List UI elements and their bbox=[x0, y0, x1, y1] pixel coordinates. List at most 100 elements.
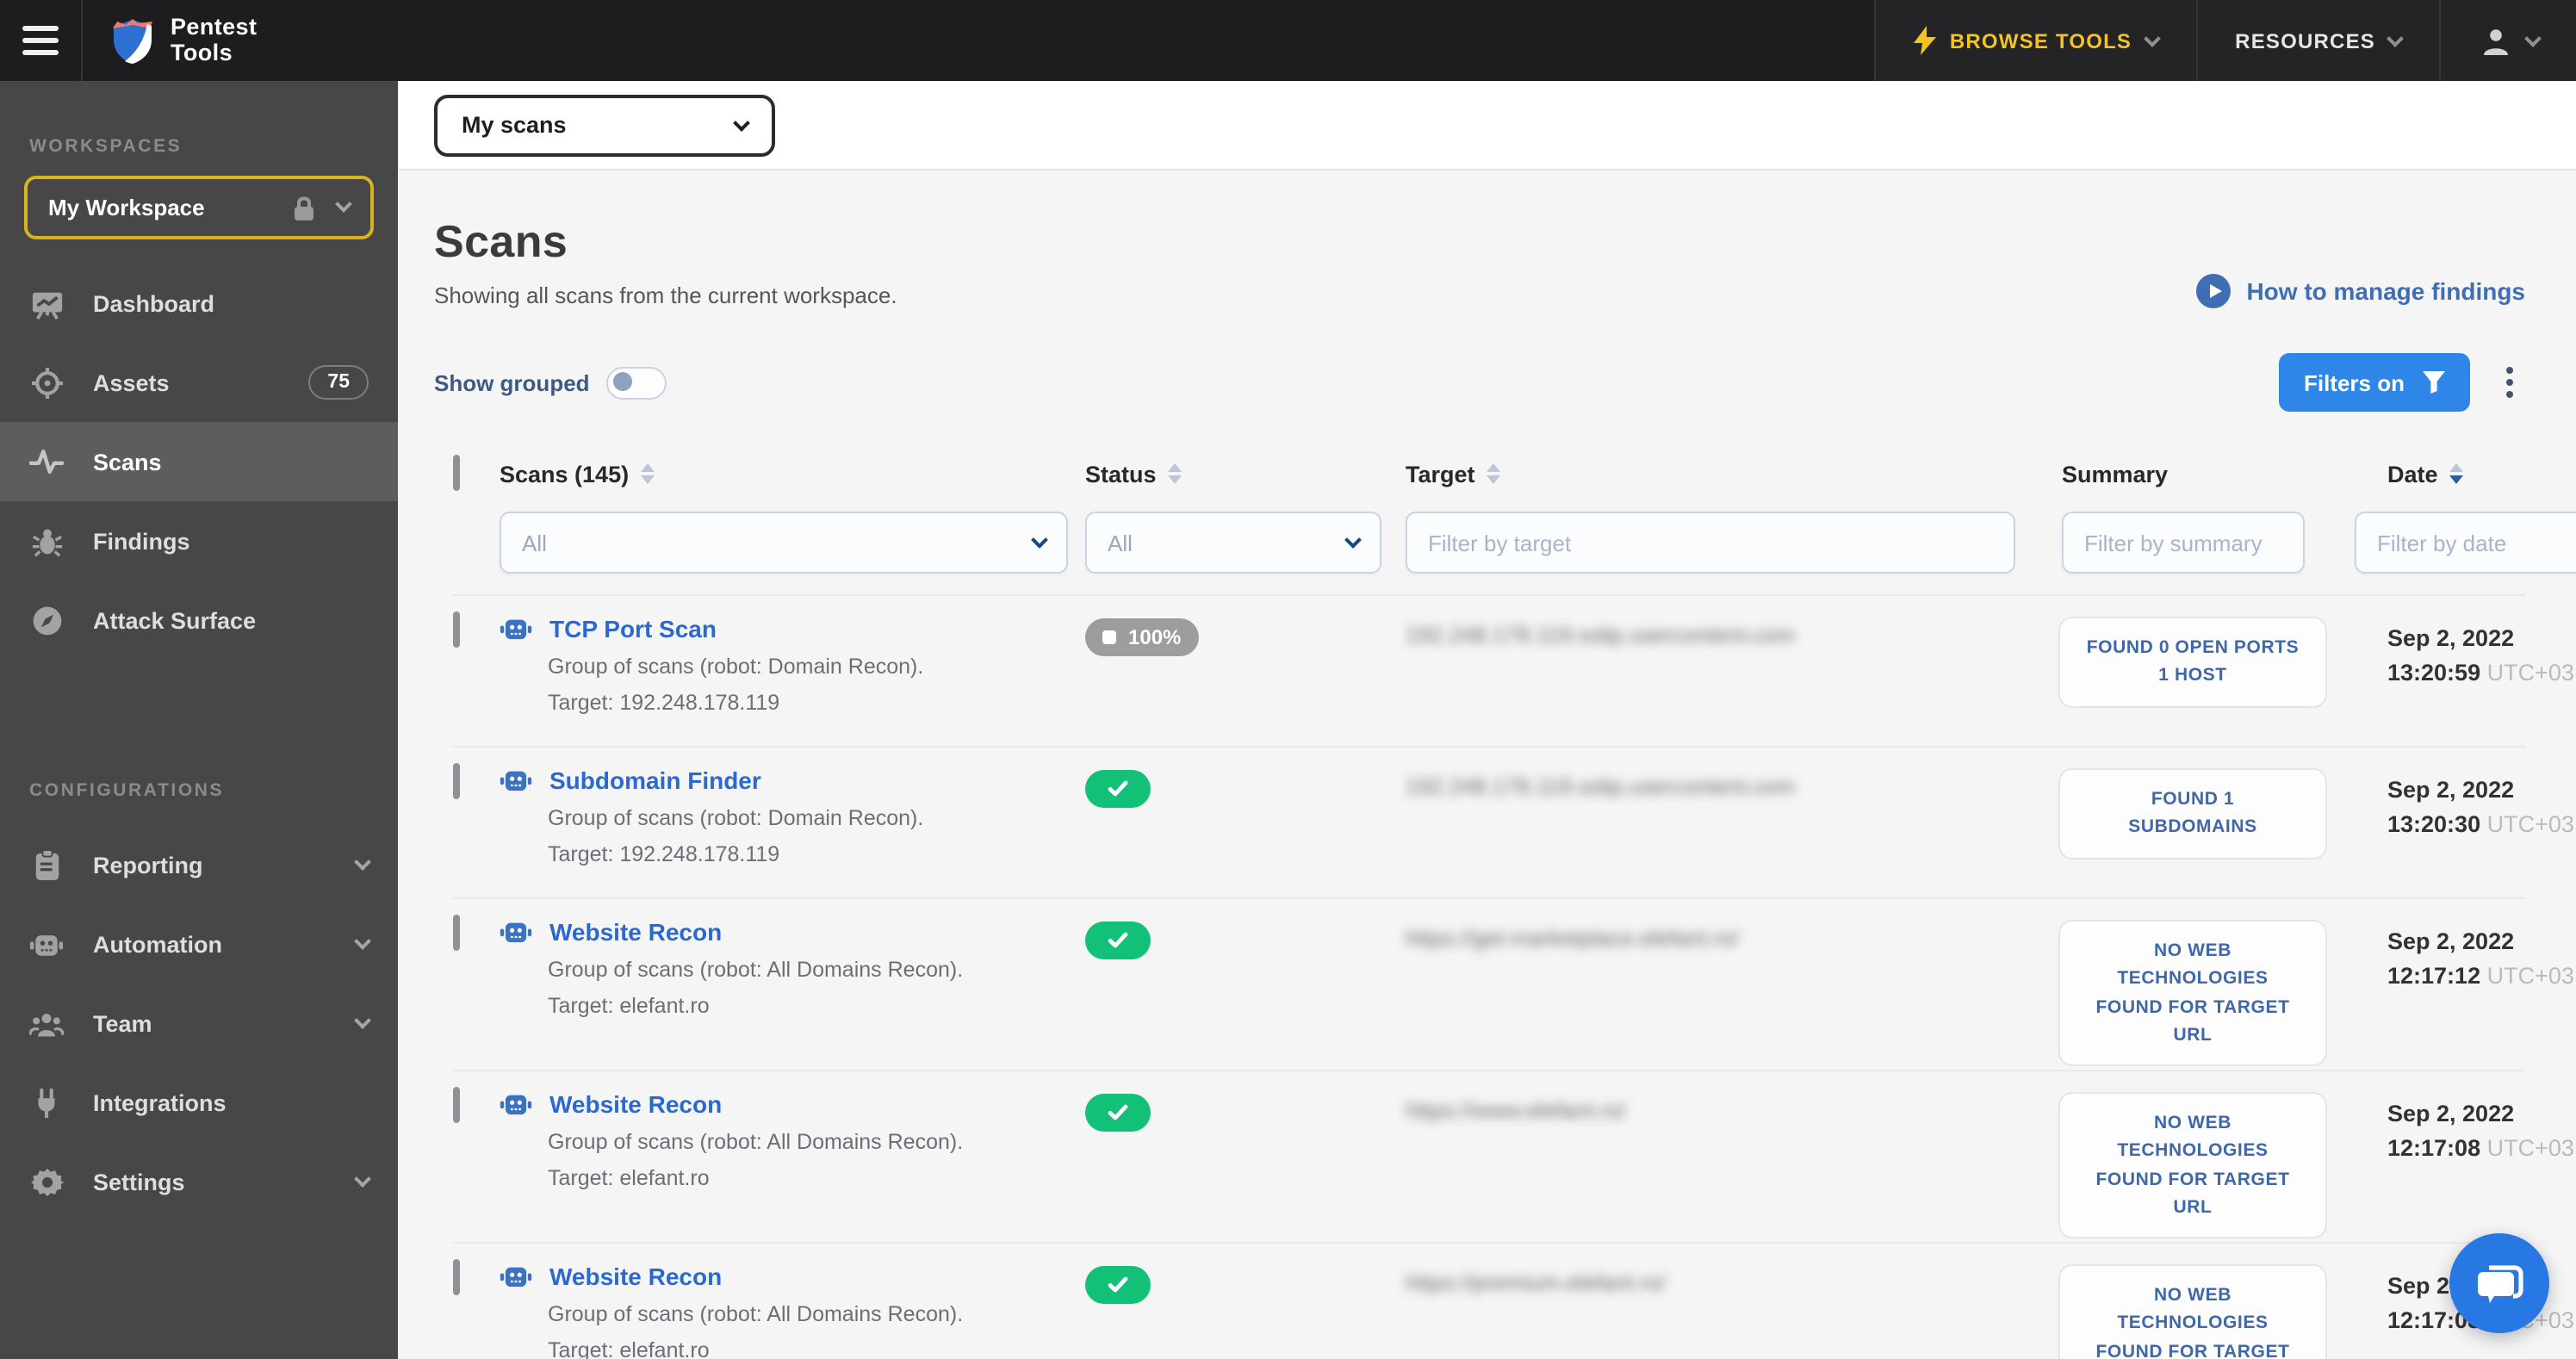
table-row: Subdomain Finder Group of scans (robot: … bbox=[453, 746, 2574, 897]
app-window: Pentest Tools BROWSE TOOLS RESOURCES WOR… bbox=[0, 0, 2576, 1359]
summary-result-box[interactable]: FOUND 1 SUBDOMAINS bbox=[2058, 768, 2327, 859]
column-header-date: Date bbox=[2387, 461, 2438, 487]
pentest-tools-logo[interactable]: Pentest Tools bbox=[83, 0, 284, 81]
sort-scans-control[interactable] bbox=[641, 463, 655, 484]
scan-name-link[interactable]: Website Recon bbox=[549, 1090, 722, 1118]
status-filter-value: All bbox=[1108, 530, 1133, 555]
scan-name-link[interactable]: Subdomain Finder bbox=[549, 766, 761, 794]
more-options-kebab-menu[interactable] bbox=[2494, 367, 2525, 398]
sidebar-item-label: Assets bbox=[93, 369, 170, 395]
scan-date: Sep 2, 2022 12:17:08 UTC+03 bbox=[2387, 1101, 2574, 1161]
sidebar-item-automation[interactable]: Automation bbox=[0, 904, 398, 984]
robot-scan-icon bbox=[500, 615, 532, 642]
chat-widget-button[interactable] bbox=[2449, 1233, 2549, 1333]
browse-tools-label: BROWSE TOOLS bbox=[1949, 28, 2132, 53]
column-header-target: Target bbox=[1406, 461, 1475, 487]
logo-wordmark: Pentest Tools bbox=[171, 13, 258, 65]
chevron-down-icon bbox=[2387, 29, 2404, 47]
target-icon bbox=[29, 365, 64, 400]
sidebar-item-label: Scans bbox=[93, 449, 162, 475]
resources-menu[interactable]: RESOURCES bbox=[2195, 0, 2439, 81]
target-filter-input[interactable] bbox=[1406, 512, 2015, 574]
scan-name-link[interactable]: Website Recon bbox=[549, 1263, 722, 1290]
select-all-checkbox[interactable] bbox=[453, 455, 460, 491]
sidebar-item-findings[interactable]: Findings bbox=[0, 501, 398, 580]
scan-target-line: Target: 192.248.178.119 bbox=[548, 691, 780, 715]
browse-tools-menu[interactable]: BROWSE TOOLS bbox=[1873, 0, 2196, 81]
sidebar-item-attack-surface[interactable]: Attack Surface bbox=[0, 580, 398, 660]
sidebar-item-label: Automation bbox=[93, 931, 222, 957]
page-subtitle: Showing all scans from the current works… bbox=[434, 282, 897, 308]
account-menu[interactable] bbox=[2439, 0, 2576, 81]
row-checkbox[interactable] bbox=[453, 915, 460, 951]
hamburger-menu-icon[interactable] bbox=[0, 0, 83, 81]
sort-date-control[interactable] bbox=[2449, 463, 2464, 484]
scan-description: Group of scans (robot: All Domains Recon… bbox=[548, 958, 964, 982]
sidebar-item-dashboard[interactable]: Dashboard bbox=[0, 264, 398, 343]
play-video-icon bbox=[2196, 274, 2231, 308]
scan-target-line: Target: elefant.ro bbox=[548, 1338, 710, 1359]
chevron-down-icon bbox=[354, 853, 371, 870]
summary-filter-input[interactable] bbox=[2062, 512, 2305, 574]
table-filter-row: All All bbox=[453, 512, 2576, 594]
toggle-switch[interactable] bbox=[606, 366, 667, 399]
assets-count-badge: 75 bbox=[308, 365, 369, 400]
resources-label: RESOURCES bbox=[2235, 28, 2375, 53]
date-filter-input[interactable] bbox=[2355, 512, 2576, 574]
row-checkbox[interactable] bbox=[453, 1087, 460, 1123]
funnel-icon bbox=[2422, 370, 2446, 394]
sidebar-item-label: Attack Surface bbox=[93, 607, 257, 633]
topbar-right-menus: BROWSE TOOLS RESOURCES bbox=[1873, 0, 2576, 81]
scan-description: Group of scans (robot: Domain Recon). bbox=[548, 655, 924, 679]
sidebar-item-reporting[interactable]: Reporting bbox=[0, 825, 398, 904]
scan-name-link[interactable]: Website Recon bbox=[549, 918, 722, 946]
sidebar-item-settings[interactable]: Settings bbox=[0, 1142, 398, 1221]
scans-filter-select[interactable]: All bbox=[500, 512, 1068, 574]
shield-logo-icon bbox=[110, 16, 155, 65]
status-finished-badge bbox=[1085, 922, 1151, 959]
scan-date: Sep 2, 2022 12:17:12 UTC+03 bbox=[2387, 928, 2574, 989]
scan-scope-select[interactable]: My scans bbox=[434, 94, 775, 156]
show-grouped-toggle[interactable]: Show grouped bbox=[434, 366, 667, 399]
filters-on-button[interactable]: Filters on bbox=[2279, 353, 2470, 412]
people-icon bbox=[29, 1006, 64, 1040]
scan-name-link[interactable]: TCP Port Scan bbox=[549, 615, 717, 642]
column-header-status: Status bbox=[1085, 461, 1157, 487]
compass-icon bbox=[29, 603, 64, 637]
sidebar-item-integrations[interactable]: Integrations bbox=[0, 1063, 398, 1142]
summary-result-box[interactable]: NO WEB TECHNOLOGIES FOUND FOR TARGET URL bbox=[2058, 1092, 2327, 1239]
chevron-down-icon bbox=[1344, 531, 1362, 549]
table-row: TCP Port Scan Group of scans (robot: Dom… bbox=[453, 594, 2574, 746]
pulse-icon bbox=[29, 444, 64, 479]
row-checkbox[interactable] bbox=[453, 611, 460, 648]
workspace-selector[interactable]: My Workspace bbox=[24, 176, 374, 239]
table-row: Website Recon Group of scans (robot: All… bbox=[453, 1242, 2574, 1359]
target-url-blurred: https://premium.elefant.ro/ bbox=[1406, 1269, 1667, 1295]
target-url-blurred: 192.248.178.119.sslip.usercontent.com bbox=[1406, 773, 1795, 799]
robot-scan-icon bbox=[500, 1090, 532, 1118]
chevron-down-icon bbox=[1031, 531, 1048, 549]
how-to-manage-findings-link[interactable]: How to manage findings bbox=[2196, 274, 2525, 308]
scan-description: Group of scans (robot: All Domains Recon… bbox=[548, 1302, 964, 1326]
sidebar-item-team[interactable]: Team bbox=[0, 984, 398, 1063]
sidebar-item-assets[interactable]: Assets 75 bbox=[0, 343, 398, 422]
summary-result-box[interactable]: FOUND 0 OPEN PORTS 1 HOST bbox=[2058, 617, 2327, 708]
scan-target-line: Target: 192.248.178.119 bbox=[548, 842, 780, 866]
sidebar: WORKSPACES My Workspace Dashboard Assets… bbox=[0, 81, 398, 1359]
table-row: Website Recon Group of scans (robot: All… bbox=[453, 897, 2574, 1070]
sidebar-item-scans[interactable]: Scans bbox=[0, 422, 398, 501]
summary-result-box[interactable]: NO WEB TECHNOLOGIES FOUND FOR TARGET URL bbox=[2058, 1264, 2327, 1359]
row-checkbox[interactable] bbox=[453, 1259, 460, 1295]
row-checkbox[interactable] bbox=[453, 763, 460, 799]
summary-result-box[interactable]: NO WEB TECHNOLOGIES FOUND FOR TARGET URL bbox=[2058, 920, 2327, 1067]
sort-target-control[interactable] bbox=[1487, 463, 1501, 484]
table-toolbar: Show grouped Filters on bbox=[398, 353, 2576, 412]
scan-target-line: Target: elefant.ro bbox=[548, 994, 710, 1018]
filters-button-label: Filters on bbox=[2303, 369, 2405, 395]
status-finished-badge bbox=[1085, 1266, 1151, 1304]
scan-target-line: Target: elefant.ro bbox=[548, 1166, 710, 1190]
status-filter-select[interactable]: All bbox=[1085, 512, 1381, 574]
sort-status-control[interactable] bbox=[1168, 463, 1182, 484]
page-title: Scans bbox=[434, 215, 568, 267]
plug-icon bbox=[29, 1085, 64, 1120]
